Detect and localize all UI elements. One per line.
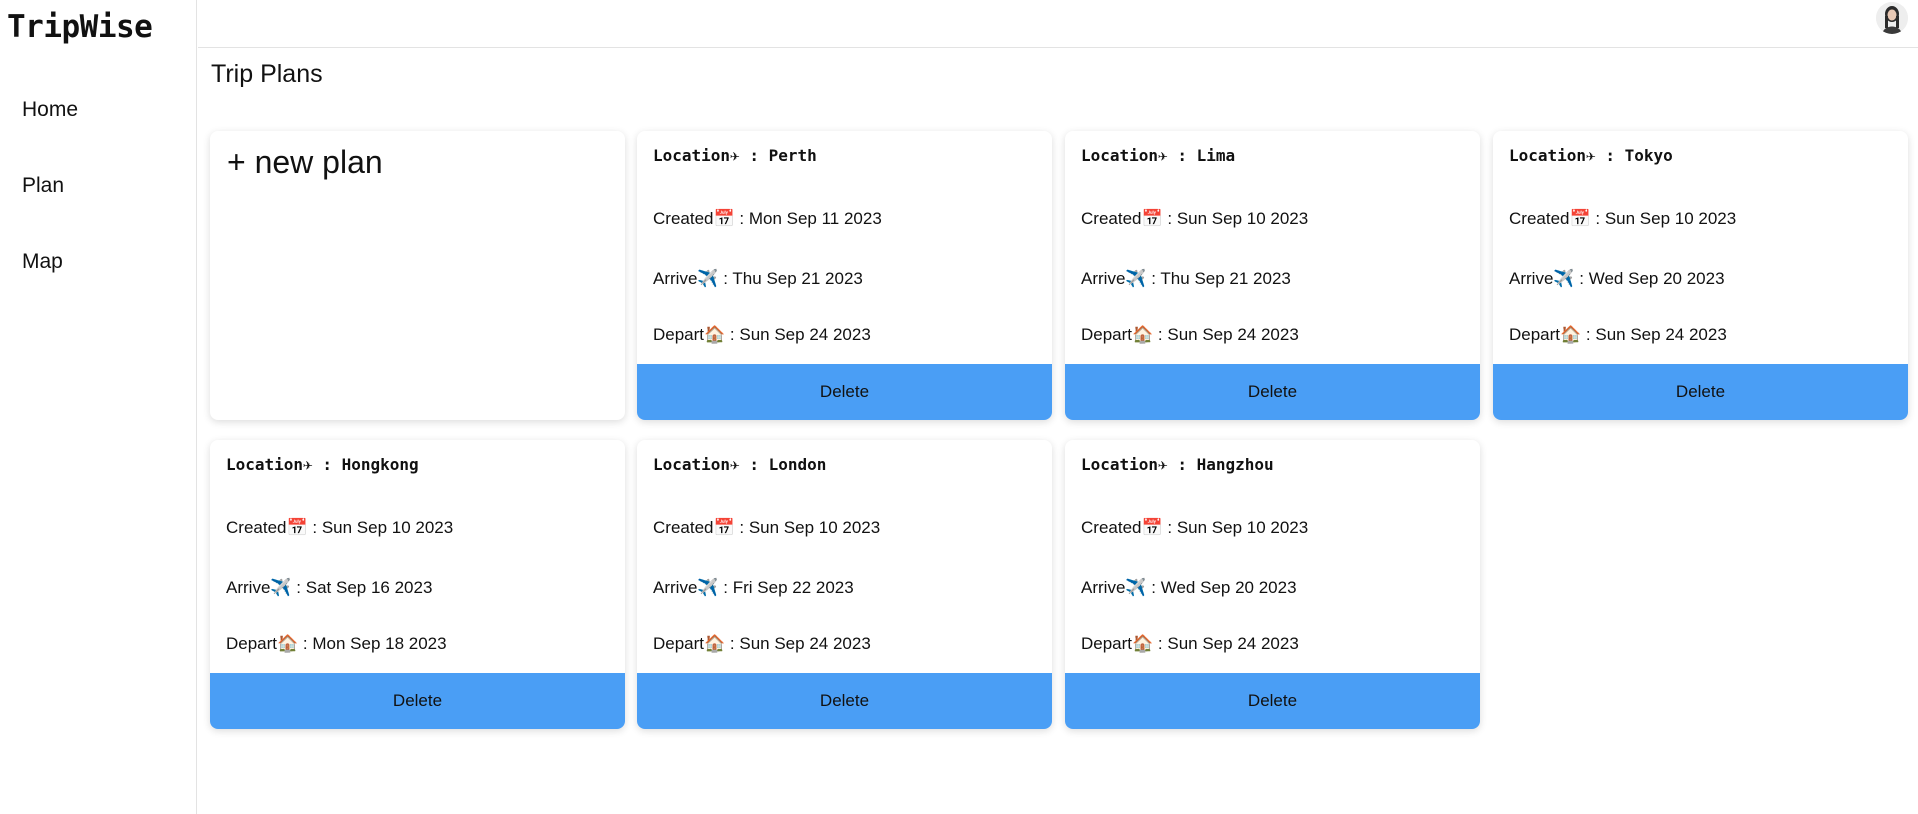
plan-created: Created📅 : Sun Sep 10 2023 bbox=[653, 518, 880, 538]
created-value: Sun Sep 10 2023 bbox=[748, 518, 881, 537]
plan-created: Created📅 : Sun Sep 10 2023 bbox=[1509, 209, 1736, 229]
arrive-value: Fri Sep 22 2023 bbox=[732, 578, 854, 597]
sidebar: TripWise Home Plan Map bbox=[0, 0, 197, 814]
trip-plan-card[interactable]: Location✈ : London Created📅 : Sun Sep 10 … bbox=[637, 440, 1052, 729]
plan-arrive: Arrive✈️ : Thu Sep 21 2023 bbox=[1081, 269, 1291, 289]
plan-location: Location✈ : London bbox=[653, 455, 826, 474]
delete-button[interactable]: Delete bbox=[637, 673, 1052, 729]
trip-plan-card[interactable]: Location✈ : Hangzhou Created📅 : Sun Sep 1… bbox=[1065, 440, 1480, 729]
plan-created: Created📅 : Sun Sep 10 2023 bbox=[226, 518, 453, 538]
trip-plan-card[interactable]: Location✈ : Hongkong Created📅 : Sun Sep 1… bbox=[210, 440, 625, 729]
plan-depart: Depart🏠 : Sun Sep 24 2023 bbox=[1509, 325, 1727, 345]
created-value: Sun Sep 10 2023 bbox=[1604, 209, 1737, 228]
created-label: Created📅 : bbox=[1509, 209, 1605, 228]
plan-created: Created📅 : Mon Sep 11 2023 bbox=[653, 209, 882, 229]
trip-plan-card[interactable]: Location✈ : Tokyo Created📅 : Sun Sep 10 2… bbox=[1493, 131, 1908, 420]
location-value: London bbox=[768, 455, 827, 474]
plan-created: Created📅 : Sun Sep 10 2023 bbox=[1081, 209, 1308, 229]
depart-value: Sun Sep 24 2023 bbox=[739, 634, 871, 653]
depart-label: Depart🏠 : bbox=[653, 325, 740, 344]
page-title: Trip Plans bbox=[211, 60, 323, 88]
arrive-value: Wed Sep 20 2023 bbox=[1588, 269, 1725, 288]
sidebar-item-home[interactable]: Home bbox=[22, 98, 78, 122]
plan-arrive: Arrive✈️ : Fri Sep 22 2023 bbox=[653, 578, 854, 598]
created-label: Created📅 : bbox=[226, 518, 322, 537]
created-label: Created📅 : bbox=[1081, 209, 1177, 228]
avatar[interactable] bbox=[1876, 2, 1908, 34]
depart-label: Depart🏠 : bbox=[226, 634, 313, 653]
depart-label: Depart🏠 : bbox=[653, 634, 740, 653]
created-value: Sun Sep 10 2023 bbox=[1176, 518, 1309, 537]
plan-location: Location✈ : Lima bbox=[1081, 146, 1235, 165]
created-value: Sun Sep 10 2023 bbox=[1176, 209, 1309, 228]
plan-depart: Depart🏠 : Sun Sep 24 2023 bbox=[653, 634, 871, 654]
plan-arrive: Arrive✈️ : Thu Sep 21 2023 bbox=[653, 269, 863, 289]
created-value: Mon Sep 11 2023 bbox=[748, 209, 882, 228]
new-plan-label: + new plan bbox=[227, 144, 383, 180]
depart-value: Sun Sep 24 2023 bbox=[1167, 634, 1299, 653]
plan-arrive: Arrive✈️ : Wed Sep 20 2023 bbox=[1509, 269, 1725, 289]
arrive-value: Thu Sep 21 2023 bbox=[732, 269, 863, 288]
user-avatar-icon bbox=[1876, 2, 1908, 34]
plan-created: Created📅 : Sun Sep 10 2023 bbox=[1081, 518, 1308, 538]
plan-depart: Depart🏠 : Sun Sep 24 2023 bbox=[1081, 325, 1299, 345]
plan-location: Location✈ : Tokyo bbox=[1509, 146, 1673, 165]
delete-button[interactable]: Delete bbox=[1493, 364, 1908, 420]
depart-label: Depart🏠 : bbox=[1081, 325, 1168, 344]
plan-depart: Depart🏠 : Mon Sep 18 2023 bbox=[226, 634, 447, 654]
location-value: Tokyo bbox=[1624, 146, 1673, 165]
delete-button[interactable]: Delete bbox=[210, 673, 625, 729]
arrive-value: Wed Sep 20 2023 bbox=[1160, 578, 1297, 597]
arrive-label: Arrive✈️ : bbox=[1081, 269, 1161, 288]
location-label: Location✈ : bbox=[653, 146, 769, 165]
plan-location: Location✈ : Hangzhou bbox=[1081, 455, 1274, 474]
depart-value: Sun Sep 24 2023 bbox=[739, 325, 871, 344]
sidebar-item-map[interactable]: Map bbox=[22, 250, 63, 274]
arrive-label: Arrive✈️ : bbox=[653, 269, 733, 288]
created-value: Sun Sep 10 2023 bbox=[321, 518, 454, 537]
arrive-value: Sat Sep 16 2023 bbox=[305, 578, 433, 597]
location-value: Lima bbox=[1196, 146, 1236, 165]
plan-arrive: Arrive✈️ : Wed Sep 20 2023 bbox=[1081, 578, 1297, 598]
brand-logo[interactable]: TripWise bbox=[7, 9, 153, 45]
arrive-value: Thu Sep 21 2023 bbox=[1160, 269, 1291, 288]
location-label: Location✈ : bbox=[1081, 455, 1197, 474]
created-label: Created📅 : bbox=[1081, 518, 1177, 537]
depart-value: Mon Sep 18 2023 bbox=[312, 634, 447, 653]
plan-arrive: Arrive✈️ : Sat Sep 16 2023 bbox=[226, 578, 432, 598]
new-plan-card[interactable]: + new plan bbox=[210, 131, 625, 420]
created-label: Created📅 : bbox=[653, 518, 749, 537]
depart-label: Depart🏠 : bbox=[1081, 634, 1168, 653]
created-label: Created📅 : bbox=[653, 209, 749, 228]
location-value: Hongkong bbox=[341, 455, 419, 474]
top-bar bbox=[198, 0, 1918, 48]
location-label: Location✈ : bbox=[653, 455, 769, 474]
depart-value: Sun Sep 24 2023 bbox=[1167, 325, 1299, 344]
location-value: Hangzhou bbox=[1196, 455, 1274, 474]
location-value: Perth bbox=[768, 146, 817, 165]
location-label: Location✈ : bbox=[1081, 146, 1197, 165]
trip-plan-card[interactable]: Location✈ : Perth Created📅 : Mon Sep 11 2… bbox=[637, 131, 1052, 420]
arrive-label: Arrive✈️ : bbox=[1081, 578, 1161, 597]
location-label: Location✈ : bbox=[226, 455, 342, 474]
location-label: Location✈ : bbox=[1509, 146, 1625, 165]
trip-plan-card[interactable]: Location✈ : Lima Created📅 : Sun Sep 10 20… bbox=[1065, 131, 1480, 420]
delete-button[interactable]: Delete bbox=[1065, 364, 1480, 420]
arrive-label: Arrive✈️ : bbox=[226, 578, 306, 597]
depart-value: Sun Sep 24 2023 bbox=[1595, 325, 1727, 344]
depart-label: Depart🏠 : bbox=[1509, 325, 1596, 344]
delete-button[interactable]: Delete bbox=[637, 364, 1052, 420]
sidebar-item-plan[interactable]: Plan bbox=[22, 174, 64, 198]
arrive-label: Arrive✈️ : bbox=[1509, 269, 1589, 288]
arrive-label: Arrive✈️ : bbox=[653, 578, 733, 597]
plan-depart: Depart🏠 : Sun Sep 24 2023 bbox=[653, 325, 871, 345]
plan-location: Location✈ : Hongkong bbox=[226, 455, 419, 474]
plan-location: Location✈ : Perth bbox=[653, 146, 817, 165]
plan-depart: Depart🏠 : Sun Sep 24 2023 bbox=[1081, 634, 1299, 654]
delete-button[interactable]: Delete bbox=[1065, 673, 1480, 729]
